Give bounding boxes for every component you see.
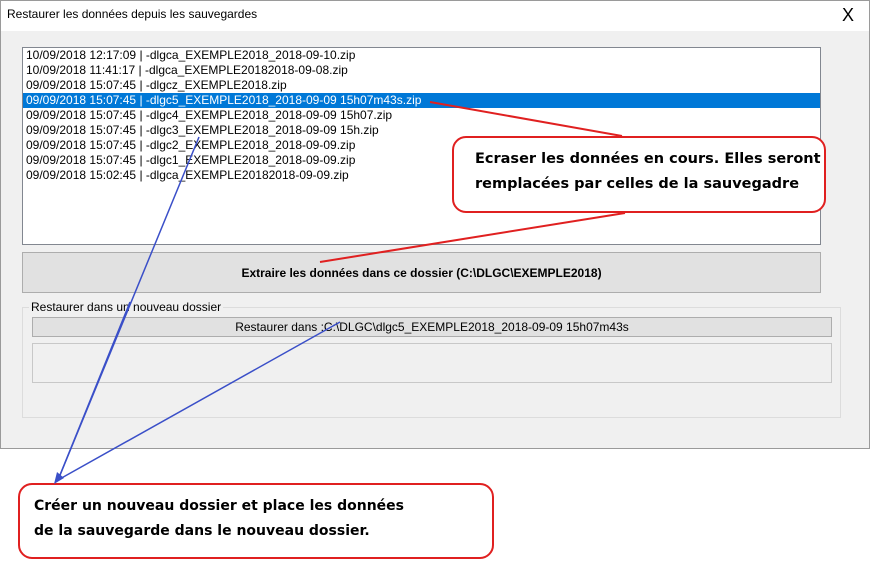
title-bar[interactable]: Restaurer les données depuis les sauvega… bbox=[1, 1, 869, 31]
overwrite-callout-line1: Ecraser les données en cours. Elles sero… bbox=[475, 151, 821, 167]
restore-output-panel bbox=[32, 343, 832, 383]
backup-list-item[interactable]: 09/09/2018 15:07:45 | -dlgc5_EXEMPLE2018… bbox=[23, 93, 820, 108]
close-icon: X bbox=[841, 4, 854, 25]
overwrite-callout: Ecraser les données en cours. Elles sero… bbox=[452, 136, 826, 213]
restore-to-new-folder-button[interactable]: Restaurer dans :C:\DLGC\dlgc5_EXEMPLE201… bbox=[32, 317, 832, 337]
backup-list-item[interactable]: 09/09/2018 15:07:45 | -dlgc4_EXEMPLE2018… bbox=[23, 108, 820, 123]
new-folder-callout-line1: Créer un nouveau dossier et place les do… bbox=[34, 498, 404, 514]
restore-dialog-window: Restaurer les données depuis les sauvega… bbox=[0, 0, 870, 449]
restore-button-label: Restaurer dans :C:\DLGC\dlgc5_EXEMPLE201… bbox=[235, 320, 629, 334]
new-folder-callout-line2: de la sauvegarde dans le nouveau dossier… bbox=[34, 523, 370, 539]
overwrite-callout-line2: remplacées par celles de la sauvegadre bbox=[475, 176, 800, 192]
extract-button-label: Extraire les données dans ce dossier (C:… bbox=[241, 265, 602, 280]
window-title: Restaurer les données depuis les sauvega… bbox=[7, 7, 258, 21]
backup-list-item[interactable]: 10/09/2018 11:41:17 | -dlgca_EXEMPLE2018… bbox=[23, 63, 820, 78]
new-folder-callout: Créer un nouveau dossier et place les do… bbox=[18, 483, 494, 559]
extract-to-current-folder-button[interactable]: Extraire les données dans ce dossier (C:… bbox=[22, 252, 821, 293]
backup-list-item[interactable]: 09/09/2018 15:07:45 | -dlgcz_EXEMPLE2018… bbox=[23, 78, 820, 93]
backup-list-item[interactable]: 10/09/2018 12:17:09 | -dlgca_EXEMPLE2018… bbox=[23, 48, 820, 63]
new-folder-group-label: Restaurer dans un nouveau dossier bbox=[29, 300, 224, 314]
close-button[interactable]: X bbox=[831, 3, 865, 27]
